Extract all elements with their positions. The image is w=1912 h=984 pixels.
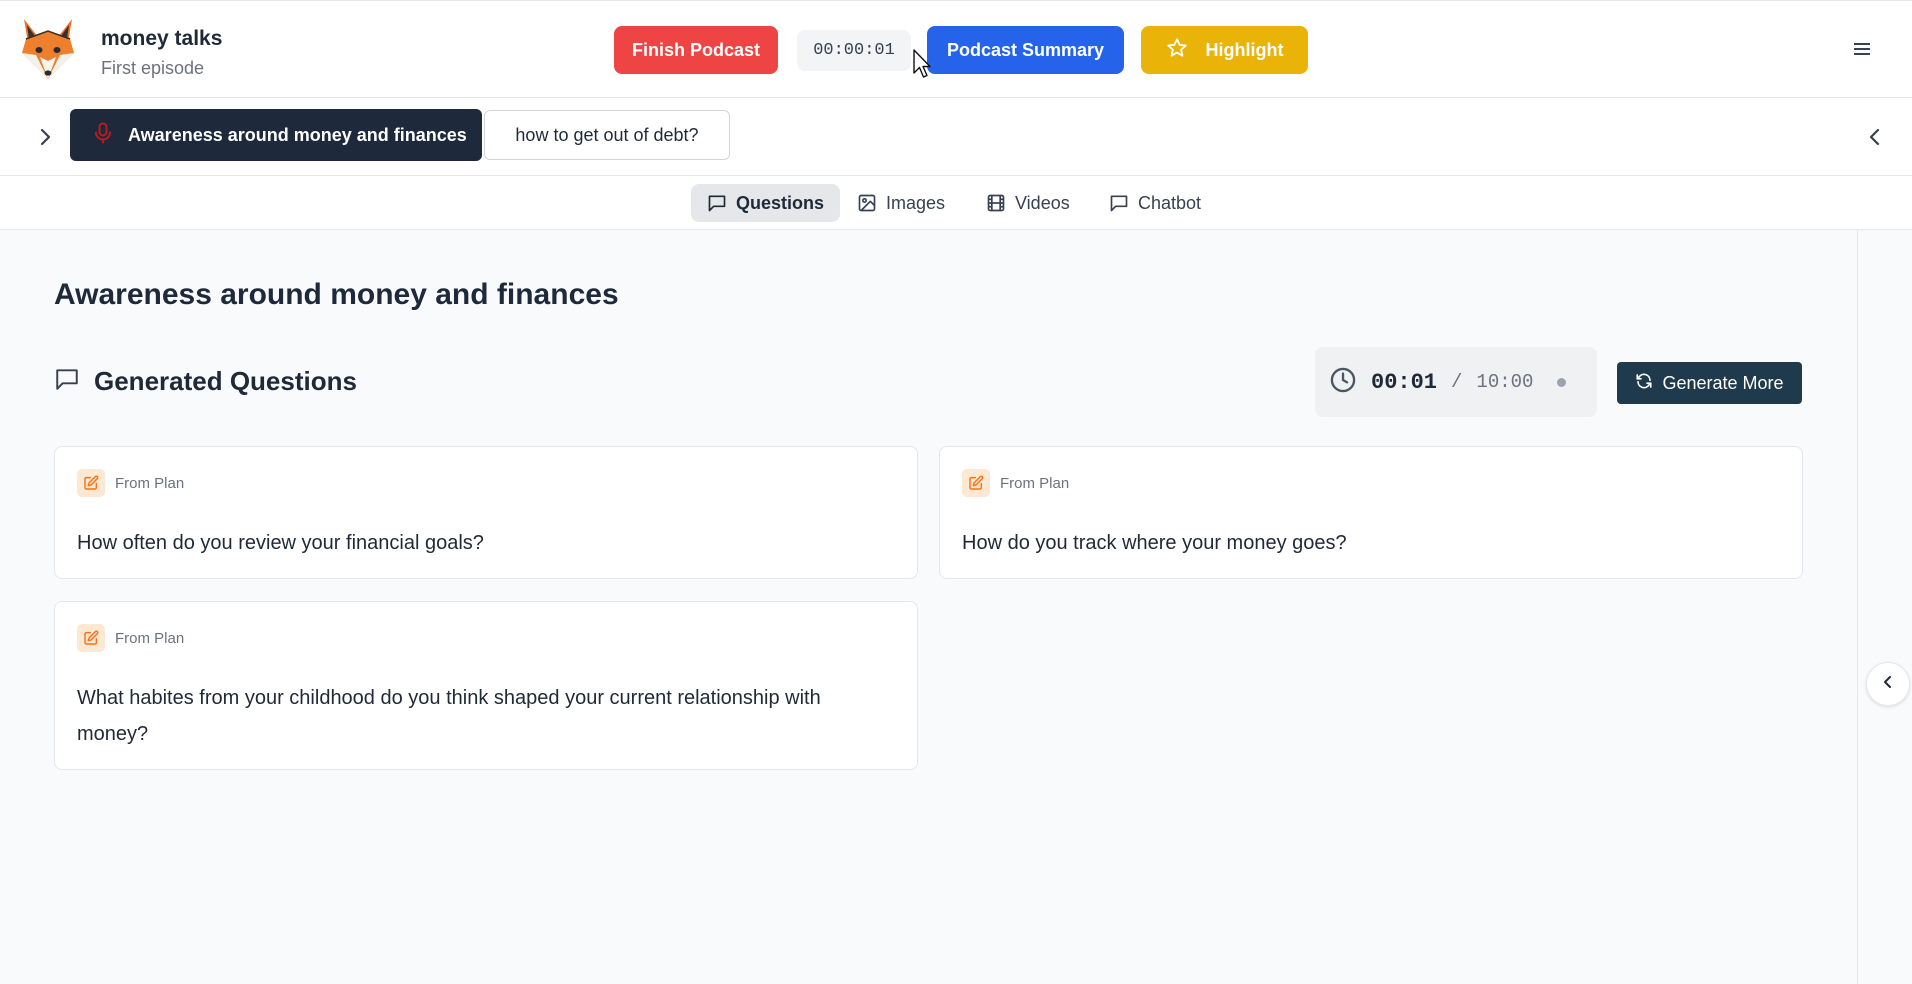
question-card[interactable]: From Plan How often do you review your f… — [54, 446, 918, 579]
podcast-summary-button[interactable]: Podcast Summary — [927, 26, 1124, 74]
highlight-label: Highlight — [1205, 39, 1284, 60]
clock-icon — [1329, 366, 1357, 399]
edit-icon — [77, 624, 105, 652]
tab-label: Questions — [736, 192, 825, 213]
chevron-left-icon — [1880, 674, 1896, 695]
microphone-icon — [94, 122, 112, 149]
generate-more-button[interactable]: Generate More — [1617, 362, 1802, 404]
message-square-icon — [54, 366, 80, 397]
topic-chip-label: Awareness around money and finances — [128, 124, 467, 145]
episode-subtitle: First episode — [101, 58, 205, 78]
tab-images[interactable]: Images — [841, 184, 961, 222]
tab-questions[interactable]: Questions — [691, 184, 841, 222]
source-label: From Plan — [1000, 474, 1070, 492]
refresh-icon — [1635, 372, 1653, 395]
question-card[interactable]: From Plan How do you track where your mo… — [939, 446, 1803, 579]
chevron-left-icon[interactable] — [1864, 124, 1886, 150]
right-sidebar-rail — [1857, 230, 1912, 984]
source-tag: From Plan — [962, 469, 1069, 497]
question-text: How do you track where your money goes? — [962, 532, 1347, 554]
highlight-button[interactable]: Highlight — [1141, 26, 1308, 74]
hamburger-menu-icon[interactable] — [1852, 39, 1872, 59]
finish-podcast-button[interactable]: Finish Podcast — [614, 26, 778, 74]
session-timer: 00:01 / 10:00 — [1315, 347, 1597, 417]
tab-label: Videos — [1015, 192, 1070, 213]
edit-icon — [962, 469, 990, 497]
timer-separator: / — [1451, 371, 1463, 393]
film-icon — [986, 193, 1006, 213]
tab-videos[interactable]: Videos — [970, 184, 1086, 222]
topic-chip-active[interactable]: Awareness around money and finances — [70, 109, 482, 161]
topic-chip-label: how to get out of debt? — [515, 124, 699, 145]
mouse-cursor-icon — [913, 49, 933, 79]
message-square-icon — [1109, 193, 1129, 213]
question-text: What habites from your childhood do you … — [77, 687, 821, 745]
generate-more-label: Generate More — [1662, 372, 1784, 393]
section-title: Generated Questions — [94, 366, 357, 396]
content-tabs: Questions Images Videos Chatbot — [0, 176, 1912, 230]
star-icon — [1166, 37, 1188, 64]
message-square-icon — [707, 193, 727, 213]
expand-sidebar-button[interactable] — [1866, 662, 1910, 706]
topic-chip[interactable]: how to get out of debt? — [484, 110, 730, 160]
source-label: From Plan — [115, 474, 185, 492]
question-text: How often do you review your financial g… — [77, 532, 484, 554]
page-title: Awareness around money and finances — [54, 278, 619, 311]
finish-podcast-label: Finish Podcast — [631, 39, 761, 60]
question-card[interactable]: From Plan What habites from your childho… — [54, 601, 918, 770]
edit-icon — [77, 469, 105, 497]
top-bar: money talks First episode Finish Podcast… — [0, 0, 1912, 98]
status-dot — [1557, 377, 1567, 387]
podcast-title: money talks — [101, 27, 223, 50]
tab-label: Images — [886, 192, 946, 213]
section-header: Generated Questions — [54, 366, 357, 397]
source-tag: From Plan — [77, 624, 184, 652]
source-label: From Plan — [115, 629, 185, 647]
timer-current: 00:01 — [1371, 369, 1438, 395]
chevron-right-icon[interactable] — [34, 124, 56, 150]
podcast-summary-label: Podcast Summary — [946, 39, 1105, 60]
source-tag: From Plan — [77, 469, 184, 497]
tab-label: Chatbot — [1138, 192, 1202, 213]
topics-bar: Awareness around money and finances how … — [0, 98, 1912, 176]
tab-chatbot[interactable]: Chatbot — [1093, 184, 1217, 222]
image-icon — [857, 193, 877, 213]
timer-total: 10:00 — [1476, 371, 1534, 393]
fox-logo-icon — [18, 17, 78, 83]
elapsed-timer: 00:00:01 — [797, 30, 911, 71]
